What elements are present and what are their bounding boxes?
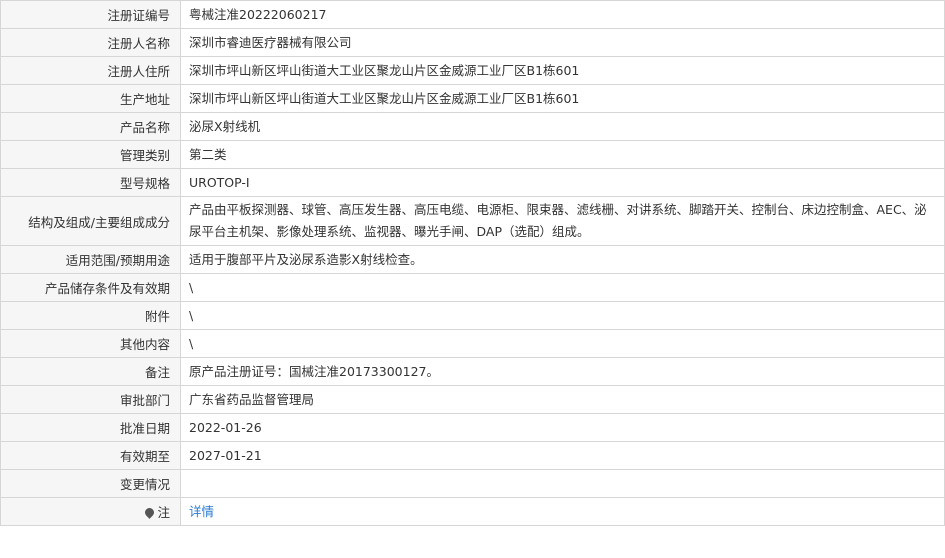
row-value: 产品由平板探测器、球管、高压发生器、高压电缆、电源柜、限束器、滤线栅、对讲系统、… — [180, 196, 945, 246]
row-value: 深圳市睿迪医疗器械有限公司 — [180, 28, 945, 57]
row-label: 管理类别 — [0, 140, 181, 169]
row-value: 适用于腹部平片及泌尿系造影X射线检查。 — [180, 245, 945, 274]
row-remarks: 备注 原产品注册证号：国械注准20173300127。 — [0, 357, 945, 386]
row-attachments: 附件 \ — [0, 301, 945, 330]
row-storage-validity: 产品储存条件及有效期 \ — [0, 273, 945, 302]
row-label: 备注 — [0, 357, 181, 386]
row-production-address: 生产地址 深圳市坪山新区坪山街道大工业区聚龙山片区金威源工业厂区B1栋601 — [0, 84, 945, 113]
row-intended-use: 适用范围/预期用途 适用于腹部平片及泌尿系造影X射线检查。 — [0, 245, 945, 274]
row-label: 型号规格 — [0, 168, 181, 197]
row-model-spec: 型号规格 UROTOP-I — [0, 168, 945, 197]
row-label: 结构及组成/主要组成成分 — [0, 196, 181, 246]
details-link[interactable]: 详情 — [189, 504, 214, 519]
row-structure-composition: 结构及组成/主要组成成分 产品由平板探测器、球管、高压发生器、高压电缆、电源柜、… — [0, 196, 945, 246]
row-label: 有效期至 — [0, 441, 181, 470]
row-value: 2027-01-21 — [180, 441, 945, 470]
row-product-name: 产品名称 泌尿X射线机 — [0, 112, 945, 141]
note-label: 注 — [157, 505, 170, 520]
row-value — [180, 469, 945, 498]
row-registration-number: 注册证编号 粤械注准20222060217 — [0, 0, 945, 29]
row-label: 注册人名称 — [0, 28, 181, 57]
row-registrant-name: 注册人名称 深圳市睿迪医疗器械有限公司 — [0, 28, 945, 57]
row-value: 详情 — [180, 497, 945, 526]
row-value: 2022-01-26 — [180, 413, 945, 442]
row-value: 泌尿X射线机 — [180, 112, 945, 141]
row-label: 注 — [0, 497, 181, 526]
row-management-class: 管理类别 第二类 — [0, 140, 945, 169]
row-value: 粤械注准20222060217 — [180, 0, 945, 29]
row-label: 变更情况 — [0, 469, 181, 498]
row-label: 批准日期 — [0, 413, 181, 442]
pin-icon — [143, 506, 157, 519]
row-note: 注 详情 — [0, 497, 945, 526]
row-approval-date: 批准日期 2022-01-26 — [0, 413, 945, 442]
row-value: \ — [180, 301, 945, 330]
row-value: \ — [180, 273, 945, 302]
row-value: UROTOP-I — [180, 168, 945, 197]
row-valid-until: 有效期至 2027-01-21 — [0, 441, 945, 470]
row-value: 深圳市坪山新区坪山街道大工业区聚龙山片区金威源工业厂区B1栋601 — [180, 84, 945, 113]
row-registrant-address: 注册人住所 深圳市坪山新区坪山街道大工业区聚龙山片区金威源工业厂区B1栋601 — [0, 56, 945, 85]
row-label: 注册人住所 — [0, 56, 181, 85]
row-label: 附件 — [0, 301, 181, 330]
row-value: 原产品注册证号：国械注准20173300127。 — [180, 357, 945, 386]
row-value: 广东省药品监督管理局 — [180, 385, 945, 414]
row-label: 其他内容 — [0, 329, 181, 358]
row-label: 生产地址 — [0, 84, 181, 113]
row-label: 产品名称 — [0, 112, 181, 141]
row-label: 注册证编号 — [0, 0, 181, 29]
row-change-status: 变更情况 — [0, 469, 945, 498]
row-value: 深圳市坪山新区坪山街道大工业区聚龙山片区金威源工业厂区B1栋601 — [180, 56, 945, 85]
row-other-content: 其他内容 \ — [0, 329, 945, 358]
row-label: 适用范围/预期用途 — [0, 245, 181, 274]
row-value: \ — [180, 329, 945, 358]
row-approval-department: 审批部门 广东省药品监督管理局 — [0, 385, 945, 414]
registration-info-table: 注册证编号 粤械注准20222060217 注册人名称 深圳市睿迪医疗器械有限公… — [0, 0, 945, 526]
row-label: 产品储存条件及有效期 — [0, 273, 181, 302]
row-value: 第二类 — [180, 140, 945, 169]
row-label: 审批部门 — [0, 385, 181, 414]
